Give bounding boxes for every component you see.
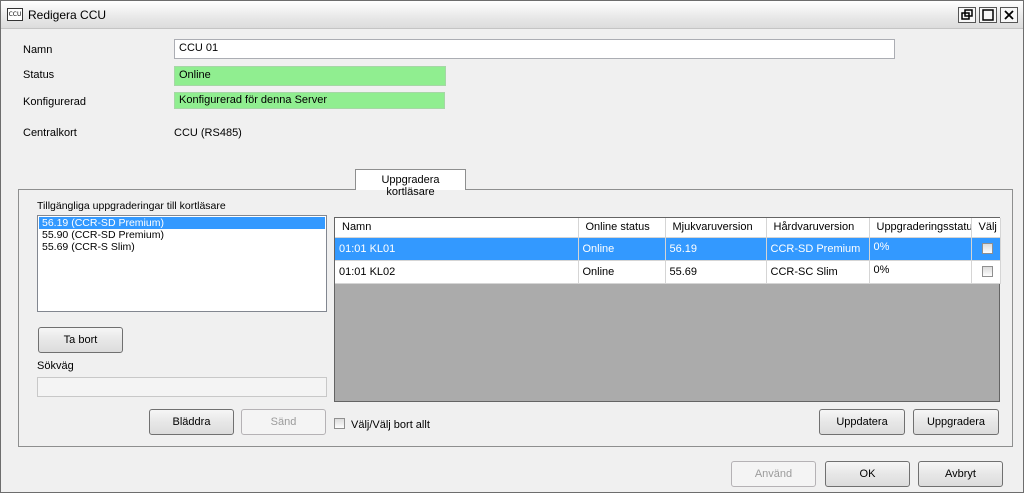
board-label: Centralkort (23, 127, 77, 139)
status-field: Online (174, 66, 446, 86)
window-title: Redigera CCU (28, 8, 107, 22)
edit-ccu-dialog: CCU Redigera CCU Namn CCU 01 Status Onli… (0, 0, 1024, 493)
select-all-label[interactable]: Välj/Välj bort allt (351, 419, 430, 431)
reader-online-status: Online (578, 237, 666, 261)
configured-label: Konfigurerad (23, 96, 86, 108)
browse-button[interactable]: Bläddra (149, 409, 234, 435)
reader-software-version: 56.19 (665, 237, 767, 261)
column-header-name[interactable]: Namn (335, 218, 579, 238)
reader-select-cell (971, 237, 1001, 261)
restore-icon (961, 9, 973, 20)
apply-button: Använd (731, 461, 816, 487)
reader-hardware-version: CCR-SC Slim (766, 260, 870, 284)
column-header-hardware-version[interactable]: Hårdvaruversion (766, 218, 870, 238)
reader-online-status: Online (578, 260, 666, 284)
column-header-select[interactable]: Välj (971, 218, 1001, 238)
reader-upgrade-status: 0% (869, 237, 972, 261)
reader-software-version: 55.69 (665, 260, 767, 284)
status-label: Status (23, 69, 55, 81)
table-row[interactable]: 01:01 KL01 Online 56.19 CCR-SD Premium 0… (335, 237, 1001, 261)
title-bar[interactable]: CCU Redigera CCU (1, 1, 1023, 29)
reader-name: 01:01 KL01 (335, 237, 579, 261)
reader-hardware-version: CCR-SD Premium (766, 237, 870, 261)
close-button[interactable] (1000, 7, 1018, 23)
board-value: CCU (RS485) (174, 127, 242, 139)
reader-name: 01:01 KL02 (335, 260, 579, 284)
list-item[interactable]: 55.90 (CCR-SD Premium) (39, 229, 325, 241)
column-header-online-status[interactable]: Online status (578, 218, 666, 238)
maximize-button[interactable] (979, 7, 997, 23)
table-row[interactable]: 01:01 KL02 Online 55.69 CCR-SC Slim 0% (335, 260, 1001, 284)
reader-select-checkbox[interactable] (981, 266, 993, 278)
restore-button[interactable] (958, 7, 976, 23)
tab-upgrade-readers[interactable]: Uppgradera kortläsare (355, 169, 466, 198)
name-field[interactable]: CCU 01 (174, 39, 895, 59)
readers-table: Namn Online status Mjukvaruversion Hårdv… (334, 217, 1001, 402)
upgrade-button[interactable]: Uppgradera (913, 409, 999, 435)
ccu-app-icon: CCU (7, 8, 23, 21)
remove-button[interactable]: Ta bort (38, 327, 123, 353)
select-all-checkbox[interactable] (334, 418, 345, 429)
ok-button[interactable]: OK (825, 461, 910, 487)
list-item[interactable]: 56.19 (CCR-SD Premium) (39, 217, 325, 229)
configured-field: Konfigurerad för denna Server (174, 92, 445, 109)
column-header-software-version[interactable]: Mjukvaruversion (665, 218, 767, 238)
path-field[interactable] (37, 377, 327, 397)
send-button: Sänd (241, 409, 326, 435)
cancel-button[interactable]: Avbryt (918, 461, 1003, 487)
reader-select-cell (971, 260, 1001, 284)
close-icon (1004, 10, 1014, 20)
available-upgrades-list[interactable]: 56.19 (CCR-SD Premium) 55.90 (CCR-SD Pre… (37, 215, 327, 312)
available-upgrades-heading: Tillgängliga uppgraderingar till kortläs… (37, 200, 226, 212)
reader-select-checkbox[interactable] (981, 243, 993, 255)
column-header-upgrade-status[interactable]: Uppgraderingsstatus (869, 218, 972, 238)
maximize-icon (982, 9, 994, 21)
path-label: Sökväg (37, 360, 74, 372)
reader-upgrade-status: 0% (869, 260, 972, 284)
name-label: Namn (23, 44, 53, 56)
update-button[interactable]: Uppdatera (819, 409, 905, 435)
list-item[interactable]: 55.69 (CCR-S Slim) (39, 241, 325, 253)
